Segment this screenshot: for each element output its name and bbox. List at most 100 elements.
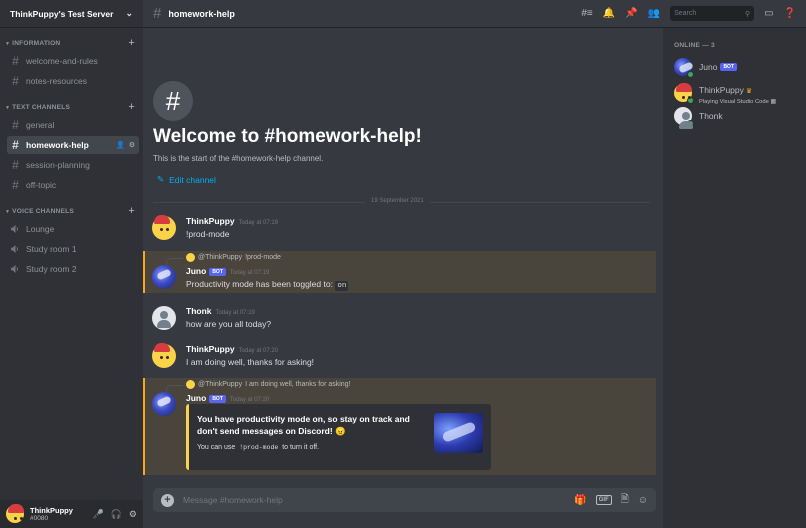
online-header: ONLINE — 3	[674, 42, 715, 49]
reply-author: @ThinkPuppy	[198, 254, 243, 261]
voice-channel-study-room-1[interactable]: Study room 1	[7, 240, 139, 258]
message[interactable]: ThinkPuppy Today at 07:20 I am doing well…	[143, 340, 656, 374]
channel-label: homework-help	[26, 140, 89, 150]
message-highlighted[interactable]: @ThinkPuppy I am doing well, thanks for …	[143, 378, 656, 475]
channel-homework-help[interactable]: # homework-help 👤 ⚙	[7, 136, 139, 154]
channel-header: # homework-help #≡ 🔔 📌 👥 Search ⚲ ▭ ❓	[143, 0, 806, 28]
gift-icon[interactable]: 🎁	[574, 495, 586, 506]
channel-label: Lounge	[26, 224, 55, 234]
channel-label: session-planning	[26, 160, 90, 170]
message-author[interactable]: ThinkPuppy Today at 07:19	[186, 216, 278, 226]
member-name: Juno	[699, 62, 718, 72]
category-label: VOICE CHANNELS	[12, 207, 74, 215]
hash-icon: #	[153, 5, 162, 22]
upload-plus-icon[interactable]: +	[161, 493, 174, 507]
server-header[interactable]: ThinkPuppy's Test Server ⌄	[0, 0, 143, 28]
embed-thumbnail[interactable]	[434, 413, 483, 453]
channel-welcome-and-rules[interactable]: # welcome-and-rules	[7, 52, 139, 70]
date-divider-label: 19 September 2021	[365, 198, 430, 204]
member-item[interactable]: Thonk	[674, 107, 723, 129]
threads-icon[interactable]: #≡	[581, 8, 592, 19]
hash-icon: #	[12, 138, 19, 152]
reply-preview[interactable]: @ThinkPuppy I am doing well, thanks for …	[186, 380, 351, 389]
gear-icon[interactable]: ⚙	[129, 141, 135, 149]
invite-icon[interactable]: 👤	[116, 141, 125, 149]
online-status-icon	[687, 96, 694, 104]
category-voice-channels[interactable]: ▼ VOICE CHANNELS +	[0, 204, 143, 218]
message-composer[interactable]: + Message #homework-help 🎁 GIF 🗎 ☺	[153, 488, 656, 512]
edit-channel-link[interactable]: ✎ Edit channel	[157, 174, 216, 185]
chevron-down-icon: ⌄	[125, 8, 133, 18]
channel-notes-resources[interactable]: # notes-resources	[7, 72, 139, 90]
bell-icon[interactable]: 🔔	[603, 8, 615, 19]
headphones-icon[interactable]: 🎧	[111, 509, 122, 520]
avatar[interactable]	[6, 504, 24, 523]
message-input[interactable]: Message #homework-help	[183, 495, 283, 505]
message-text: Productivity mode has been toggled to: o…	[186, 279, 349, 291]
message-author[interactable]: Juno BOT Today at 07:20	[186, 393, 269, 403]
pin-icon[interactable]: 📌	[625, 8, 637, 19]
message[interactable]: ThinkPuppy Today at 07:19 !prod-mode	[143, 212, 656, 246]
avatar[interactable]	[152, 343, 176, 368]
server-name: ThinkPuppy's Test Server	[10, 8, 114, 19]
channel-sidebar: ThinkPuppy's Test Server ⌄ ▼ INFORMATION …	[0, 0, 143, 528]
channel-session-planning[interactable]: # session-planning	[7, 156, 139, 174]
online-status-icon	[687, 71, 694, 78]
category-information[interactable]: ▼ INFORMATION +	[0, 36, 143, 50]
message-author[interactable]: ThinkPuppy Today at 07:20	[186, 344, 278, 354]
voice-channel-lounge[interactable]: Lounge	[7, 220, 139, 238]
member-item[interactable]: Juno BOT	[674, 58, 737, 78]
search-icon: ⚲	[744, 10, 751, 18]
gif-button[interactable]: GIF	[595, 495, 612, 505]
hash-icon: #	[12, 158, 19, 172]
message-author[interactable]: Juno BOT Today at 07:19	[186, 266, 269, 276]
reply-text: !prod-mode	[245, 254, 281, 261]
channel-label: welcome-and-rules	[26, 56, 98, 66]
reply-author: @ThinkPuppy	[198, 381, 243, 388]
sticker-icon[interactable]: 🗎	[621, 492, 629, 509]
online-status-icon	[687, 120, 694, 127]
category-label: INFORMATION	[12, 39, 61, 47]
avatar[interactable]	[152, 306, 176, 330]
message[interactable]: Thonk Today at 07:19 how are you all toda…	[143, 302, 656, 336]
avatar[interactable]	[152, 392, 176, 416]
members-icon[interactable]: 👥	[648, 8, 660, 19]
avatar	[674, 107, 694, 129]
avatar[interactable]	[152, 215, 176, 240]
avatar[interactable]	[152, 265, 176, 289]
add-channel-icon[interactable]: +	[128, 37, 135, 49]
search-input[interactable]: Search ⚲	[670, 6, 755, 21]
reply-preview[interactable]: @ThinkPuppy !prod-mode	[186, 253, 281, 262]
user-panel: ThinkPuppy #0080 🎤 🎧 ⚙	[0, 500, 143, 528]
speaker-icon	[11, 245, 18, 253]
inbox-icon[interactable]: ▭	[764, 8, 773, 19]
channel-title: homework-help	[168, 8, 235, 19]
help-icon[interactable]: ❓	[784, 8, 796, 19]
microphone-icon[interactable]: 🎤	[92, 509, 103, 520]
bot-badge: BOT	[209, 394, 226, 403]
message-author[interactable]: Thonk Today at 07:19	[186, 306, 255, 316]
pencil-icon: ✎	[157, 174, 165, 184]
add-channel-icon[interactable]: +	[128, 101, 135, 113]
avatar	[674, 82, 694, 104]
member-activity: Playing Visual Studio Code ▦	[699, 99, 776, 105]
category-text-channels[interactable]: ▼ TEXT CHANNELS +	[0, 100, 143, 114]
hash-icon: #	[153, 81, 193, 121]
channel-off-topic[interactable]: # off-topic	[7, 176, 139, 194]
emoji-icon[interactable]: ☺	[638, 495, 648, 506]
member-item[interactable]: ThinkPuppy ♛ Playing Visual Studio Code ▦	[674, 80, 776, 105]
reply-connector	[166, 258, 183, 265]
inline-code: on	[335, 281, 349, 291]
message-timestamp: Today at 07:19	[215, 310, 255, 316]
hash-icon: #	[12, 74, 19, 88]
add-channel-icon[interactable]: +	[128, 205, 135, 217]
welcome-subtitle: This is the start of the #homework-help …	[153, 154, 324, 163]
voice-channel-study-room-2[interactable]: Study room 2	[7, 260, 139, 278]
channel-general[interactable]: # general	[7, 116, 139, 134]
message-highlighted[interactable]: @ThinkPuppy !prod-mode Juno BOT Today at 0…	[143, 251, 656, 293]
chat-area: # Welcome to #homework-help! This is the…	[143, 28, 663, 528]
speaker-icon	[11, 225, 18, 233]
message-timestamp: Today at 07:20	[238, 348, 279, 354]
gear-icon[interactable]: ⚙	[129, 509, 137, 520]
channel-label: off-topic	[26, 180, 57, 190]
